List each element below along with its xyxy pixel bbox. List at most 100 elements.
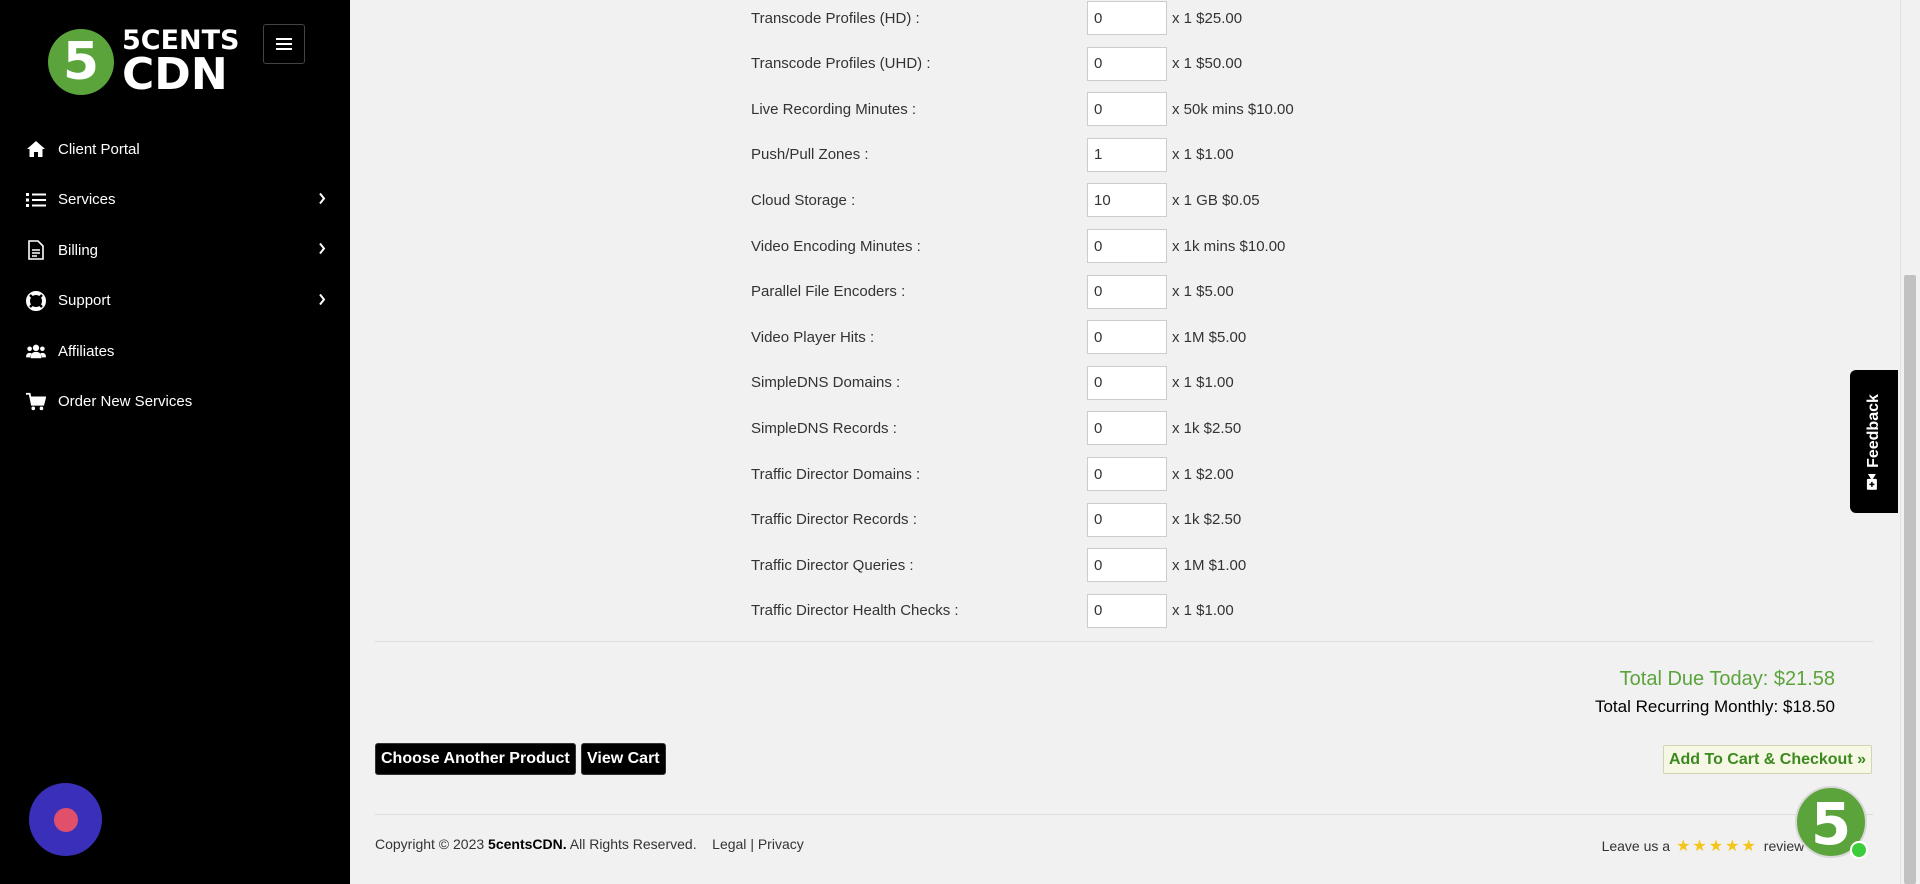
option-price: x 1k $2.50 xyxy=(1172,511,1242,529)
view-cart-button[interactable]: View Cart xyxy=(581,743,666,775)
lifebuoy-icon xyxy=(26,290,46,311)
sidebar-item-services[interactable]: Services xyxy=(0,175,350,226)
option-label: Live Recording Minutes : xyxy=(751,100,917,118)
option-price: x 1k $2.50 xyxy=(1172,419,1242,437)
option-label: Cloud Storage : xyxy=(751,191,856,209)
option-quantity-input[interactable] xyxy=(1087,593,1167,628)
chevron-right-icon xyxy=(318,242,326,259)
option-quantity-input[interactable] xyxy=(1087,502,1167,537)
option-quantity-input[interactable] xyxy=(1087,229,1167,263)
option-quantity-input[interactable] xyxy=(1087,548,1167,583)
option-row: Transcode Profiles (UHD) : x 1 $50.00 xyxy=(751,46,1551,81)
option-price: x 1 $1.00 xyxy=(1172,146,1234,164)
sidebar-item-label: Affiliates xyxy=(58,342,115,360)
option-quantity-input[interactable] xyxy=(1087,365,1167,400)
option-label: Transcode Profiles (HD) : xyxy=(751,9,920,27)
sidebar-item-label: Client Portal xyxy=(58,140,140,158)
chevron-right-icon xyxy=(318,191,326,208)
option-quantity-input[interactable] xyxy=(1087,411,1167,446)
option-label: Push/Pull Zones : xyxy=(751,146,869,164)
option-quantity-input[interactable] xyxy=(1087,274,1167,309)
total-recurring-monthly: Total Recurring Monthly: $18.50 xyxy=(1594,697,1835,716)
document-icon xyxy=(26,240,46,261)
sidebar-item-billing[interactable]: Billing xyxy=(0,225,350,276)
option-price: x 1 $5.00 xyxy=(1172,283,1234,301)
choose-another-product-button[interactable]: Choose Another Product xyxy=(375,743,576,775)
video-plus-icon xyxy=(1865,473,1883,490)
option-price: x 1k mins $10.00 xyxy=(1172,237,1286,255)
footer-divider xyxy=(375,814,1873,815)
chat-widget-button[interactable] xyxy=(29,783,102,856)
feedback-label: Feedback xyxy=(1865,393,1882,468)
option-row: Traffic Director Queries : x 1M $1.00 xyxy=(751,548,1551,583)
option-label: Parallel File Encoders : xyxy=(751,283,906,301)
option-quantity-input[interactable] xyxy=(1087,92,1167,127)
option-price: x 1 GB $0.05 xyxy=(1172,191,1260,209)
option-row: Traffic Director Domains : x 1 $2.00 xyxy=(751,457,1551,491)
sidebar: 5 5CENTS CDN Client Portal Services Bill… xyxy=(0,0,350,884)
sidebar-item-support[interactable]: Support xyxy=(0,276,350,327)
scrollbar[interactable] xyxy=(1900,0,1920,884)
option-price: x 1M $1.00 xyxy=(1172,556,1247,574)
footer-brand: 5centsCDN. xyxy=(488,836,567,852)
option-row: SimpleDNS Domains : x 1 $1.00 xyxy=(751,365,1551,400)
option-price: x 1 $25.00 xyxy=(1172,9,1243,27)
option-row: Push/Pull Zones : x 1 $1.00 xyxy=(751,137,1551,172)
logo-line2: CDN xyxy=(122,48,228,100)
list-icon xyxy=(26,190,46,210)
option-row: Transcode Profiles (HD) : x 1 $25.00 xyxy=(751,1,1551,35)
sidebar-item-label: Order New Services xyxy=(58,393,193,411)
chat-icon xyxy=(53,807,78,832)
option-quantity-input[interactable] xyxy=(1087,183,1167,218)
divider xyxy=(375,641,1873,642)
logo-mark: 5 xyxy=(48,28,114,95)
option-row: Traffic Director Health Checks : x 1 $1.0… xyxy=(751,593,1551,628)
option-price: x 1 $1.00 xyxy=(1172,602,1234,620)
option-label: Video Player Hits : xyxy=(751,328,875,346)
option-price: x 1 $1.00 xyxy=(1172,374,1234,392)
option-row: Traffic Director Records : x 1k $2.50 xyxy=(751,502,1551,537)
option-row: Parallel File Encoders : x 1 $5.00 xyxy=(751,274,1551,309)
legal-link[interactable]: Legal xyxy=(712,836,746,852)
option-label: Traffic Director Queries : xyxy=(751,556,914,574)
option-row: Cloud Storage : x 1 GB $0.05 xyxy=(751,183,1551,218)
sidebar-item-label: Billing xyxy=(58,241,99,259)
logo[interactable]: 5 5CENTS CDN xyxy=(48,27,240,100)
option-row: Video Player Hits : x 1M $5.00 xyxy=(751,320,1551,355)
option-quantity-input[interactable] xyxy=(1087,1,1167,35)
logo-text: 5CENTS CDN xyxy=(122,27,240,100)
option-price: x 50k mins $10.00 xyxy=(1172,100,1294,118)
option-row: Video Encoding Minutes : x 1k mins $10.00 xyxy=(751,229,1551,263)
sidebar-item-client-portal[interactable]: Client Portal xyxy=(0,124,350,175)
option-quantity-input[interactable] xyxy=(1087,137,1167,172)
sidebar-item-label: Support xyxy=(58,292,111,310)
option-label: SimpleDNS Records : xyxy=(751,419,897,437)
star-rating-icon[interactable]: ★★★★★ xyxy=(1676,836,1758,856)
option-label: Traffic Director Records : xyxy=(751,511,917,529)
menu-toggle-button[interactable] xyxy=(263,24,305,64)
option-quantity-input[interactable] xyxy=(1087,457,1167,491)
sidebar-item-affiliates[interactable]: Affiliates xyxy=(0,326,350,377)
sidebar-nav: Client Portal Services Billing Support A… xyxy=(0,124,350,427)
option-label: SimpleDNS Domains : xyxy=(751,374,901,392)
total-due-today: Total Due Today: $21.58 xyxy=(1619,668,1835,690)
cart-icon xyxy=(26,392,46,412)
option-label: Traffic Director Domains : xyxy=(751,465,921,483)
option-quantity-input[interactable] xyxy=(1087,46,1167,81)
option-row: Live Recording Minutes : x 50k mins $10.0… xyxy=(751,92,1551,127)
feedback-tab[interactable]: Feedback xyxy=(1850,370,1898,513)
privacy-link[interactable]: Privacy xyxy=(758,836,804,852)
option-label: Traffic Director Health Checks : xyxy=(751,602,959,620)
option-price: x 1 $2.00 xyxy=(1172,465,1234,483)
scrollbar-thumb[interactable] xyxy=(1904,275,1916,884)
option-label: Transcode Profiles (UHD) : xyxy=(751,55,931,73)
footer-copyright: Copyright © 2023 5centsCDN. All Rights R… xyxy=(375,836,804,852)
sidebar-item-order-new-services[interactable]: Order New Services xyxy=(0,377,350,428)
option-label: Video Encoding Minutes : xyxy=(751,237,921,255)
option-price: x 1M $5.00 xyxy=(1172,328,1247,346)
sidebar-item-label: Services xyxy=(58,191,116,209)
hamburger-icon xyxy=(276,38,292,40)
add-to-cart-checkout-button[interactable]: Add To Cart & Checkout » xyxy=(1662,745,1872,774)
option-row: SimpleDNS Records : x 1k $2.50 xyxy=(751,411,1551,446)
option-quantity-input[interactable] xyxy=(1087,320,1167,355)
